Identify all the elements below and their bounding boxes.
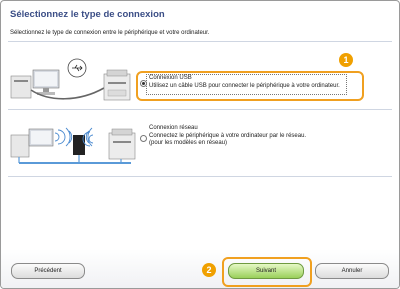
network-option-description: Connectez le périphérique à votre ordina… [149,132,307,139]
network-radio[interactable] [140,135,147,142]
separator-top [8,41,392,42]
next-button[interactable]: Suivant [228,263,304,279]
usb-radio[interactable] [140,80,147,87]
separator-bottom [8,176,392,177]
back-button[interactable]: Précédent [11,263,85,279]
separator-middle [8,109,392,110]
installer-dialog: Sélectionnez le type de connexion Sélect… [0,0,400,289]
network-option-title: Connexion réseau [149,125,198,131]
network-illustration [10,127,136,164]
callout-1-badge: 1 [339,53,353,67]
dialog-instruction: Sélectionnez le type de connexion entre … [10,30,210,36]
dialog-title: Sélectionnez le type de connexion [10,9,165,20]
network-option-note: (pour les modèles en réseau) [149,140,228,146]
cancel-button[interactable]: Annuler [315,263,389,279]
usb-option-description: Utilisez un câble USB pour connecter le … [149,82,340,89]
usb-option-title: Connexion USB [149,75,192,81]
usb-illustration [10,58,131,101]
callout-2-badge: 2 [202,263,216,277]
usb-option[interactable]: Connexion USB Utilisez un câble USB pour… [149,75,340,90]
network-option[interactable]: Connexion réseau Connectez le périphériq… [149,125,306,148]
